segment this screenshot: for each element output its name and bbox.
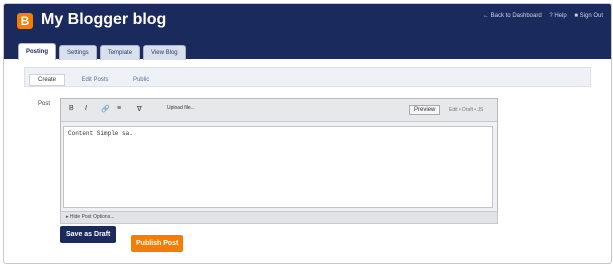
subtab-public[interactable]: Public — [125, 75, 157, 85]
post-editor: B I 🔗 ≡ ∇ Upload file... Preview Edit • … — [60, 98, 498, 223]
tab-posting[interactable]: Posting — [18, 43, 56, 60]
post-options-toggle[interactable]: ▸ Hide Post Options... — [60, 211, 498, 224]
posting-subnav: Create Edit Posts Public — [24, 67, 591, 87]
blogger-logo-icon: B — [17, 13, 33, 29]
publish-post-button[interactable]: Publish Post — [131, 235, 184, 252]
top-links: ← Back to Dashboard ? Help ■ Sign Out — [477, 13, 603, 19]
mode-links[interactable]: Edit • Draft • JS — [449, 107, 483, 113]
bold-button[interactable]: B — [69, 105, 74, 112]
main-tabs: Posting Settings Template View Blog — [18, 42, 189, 60]
upload-file-button[interactable]: Upload file... — [167, 105, 195, 111]
back-to-dashboard-link[interactable]: ← Back to Dashboard — [483, 13, 542, 19]
blogger-window: B My Blogger blog ← Back to Dashboard ? … — [3, 3, 612, 264]
sign-out-link[interactable]: ■ Sign Out — [574, 13, 603, 19]
header-bar: B My Blogger blog ← Back to Dashboard ? … — [4, 4, 611, 60]
tab-view-blog[interactable]: View Blog — [143, 45, 186, 60]
post-label: Post — [38, 101, 51, 107]
help-link[interactable]: ? Help — [549, 13, 566, 19]
post-options-label: ▸ Hide Post Options... — [66, 214, 115, 220]
subtab-create[interactable]: Create — [29, 74, 66, 86]
spellcheck-button[interactable]: ∇ — [137, 105, 142, 113]
italic-button[interactable]: I — [85, 105, 87, 112]
link-button[interactable]: 🔗 — [101, 105, 110, 113]
tab-template[interactable]: Template — [99, 45, 141, 60]
subtab-edit-posts[interactable]: Edit Posts — [73, 75, 116, 85]
tab-settings[interactable]: Settings — [59, 45, 97, 60]
blog-title: My Blogger blog — [41, 11, 167, 28]
align-button[interactable]: ≡ — [117, 105, 121, 112]
post-body-textarea[interactable]: Content Simple sa. — [63, 126, 493, 208]
preview-button[interactable]: Preview — [409, 105, 441, 115]
editor-toolbar: B I 🔗 ≡ ∇ Upload file... Preview Edit • … — [61, 99, 497, 122]
save-as-draft-button[interactable]: Save as Draft — [60, 226, 117, 243]
